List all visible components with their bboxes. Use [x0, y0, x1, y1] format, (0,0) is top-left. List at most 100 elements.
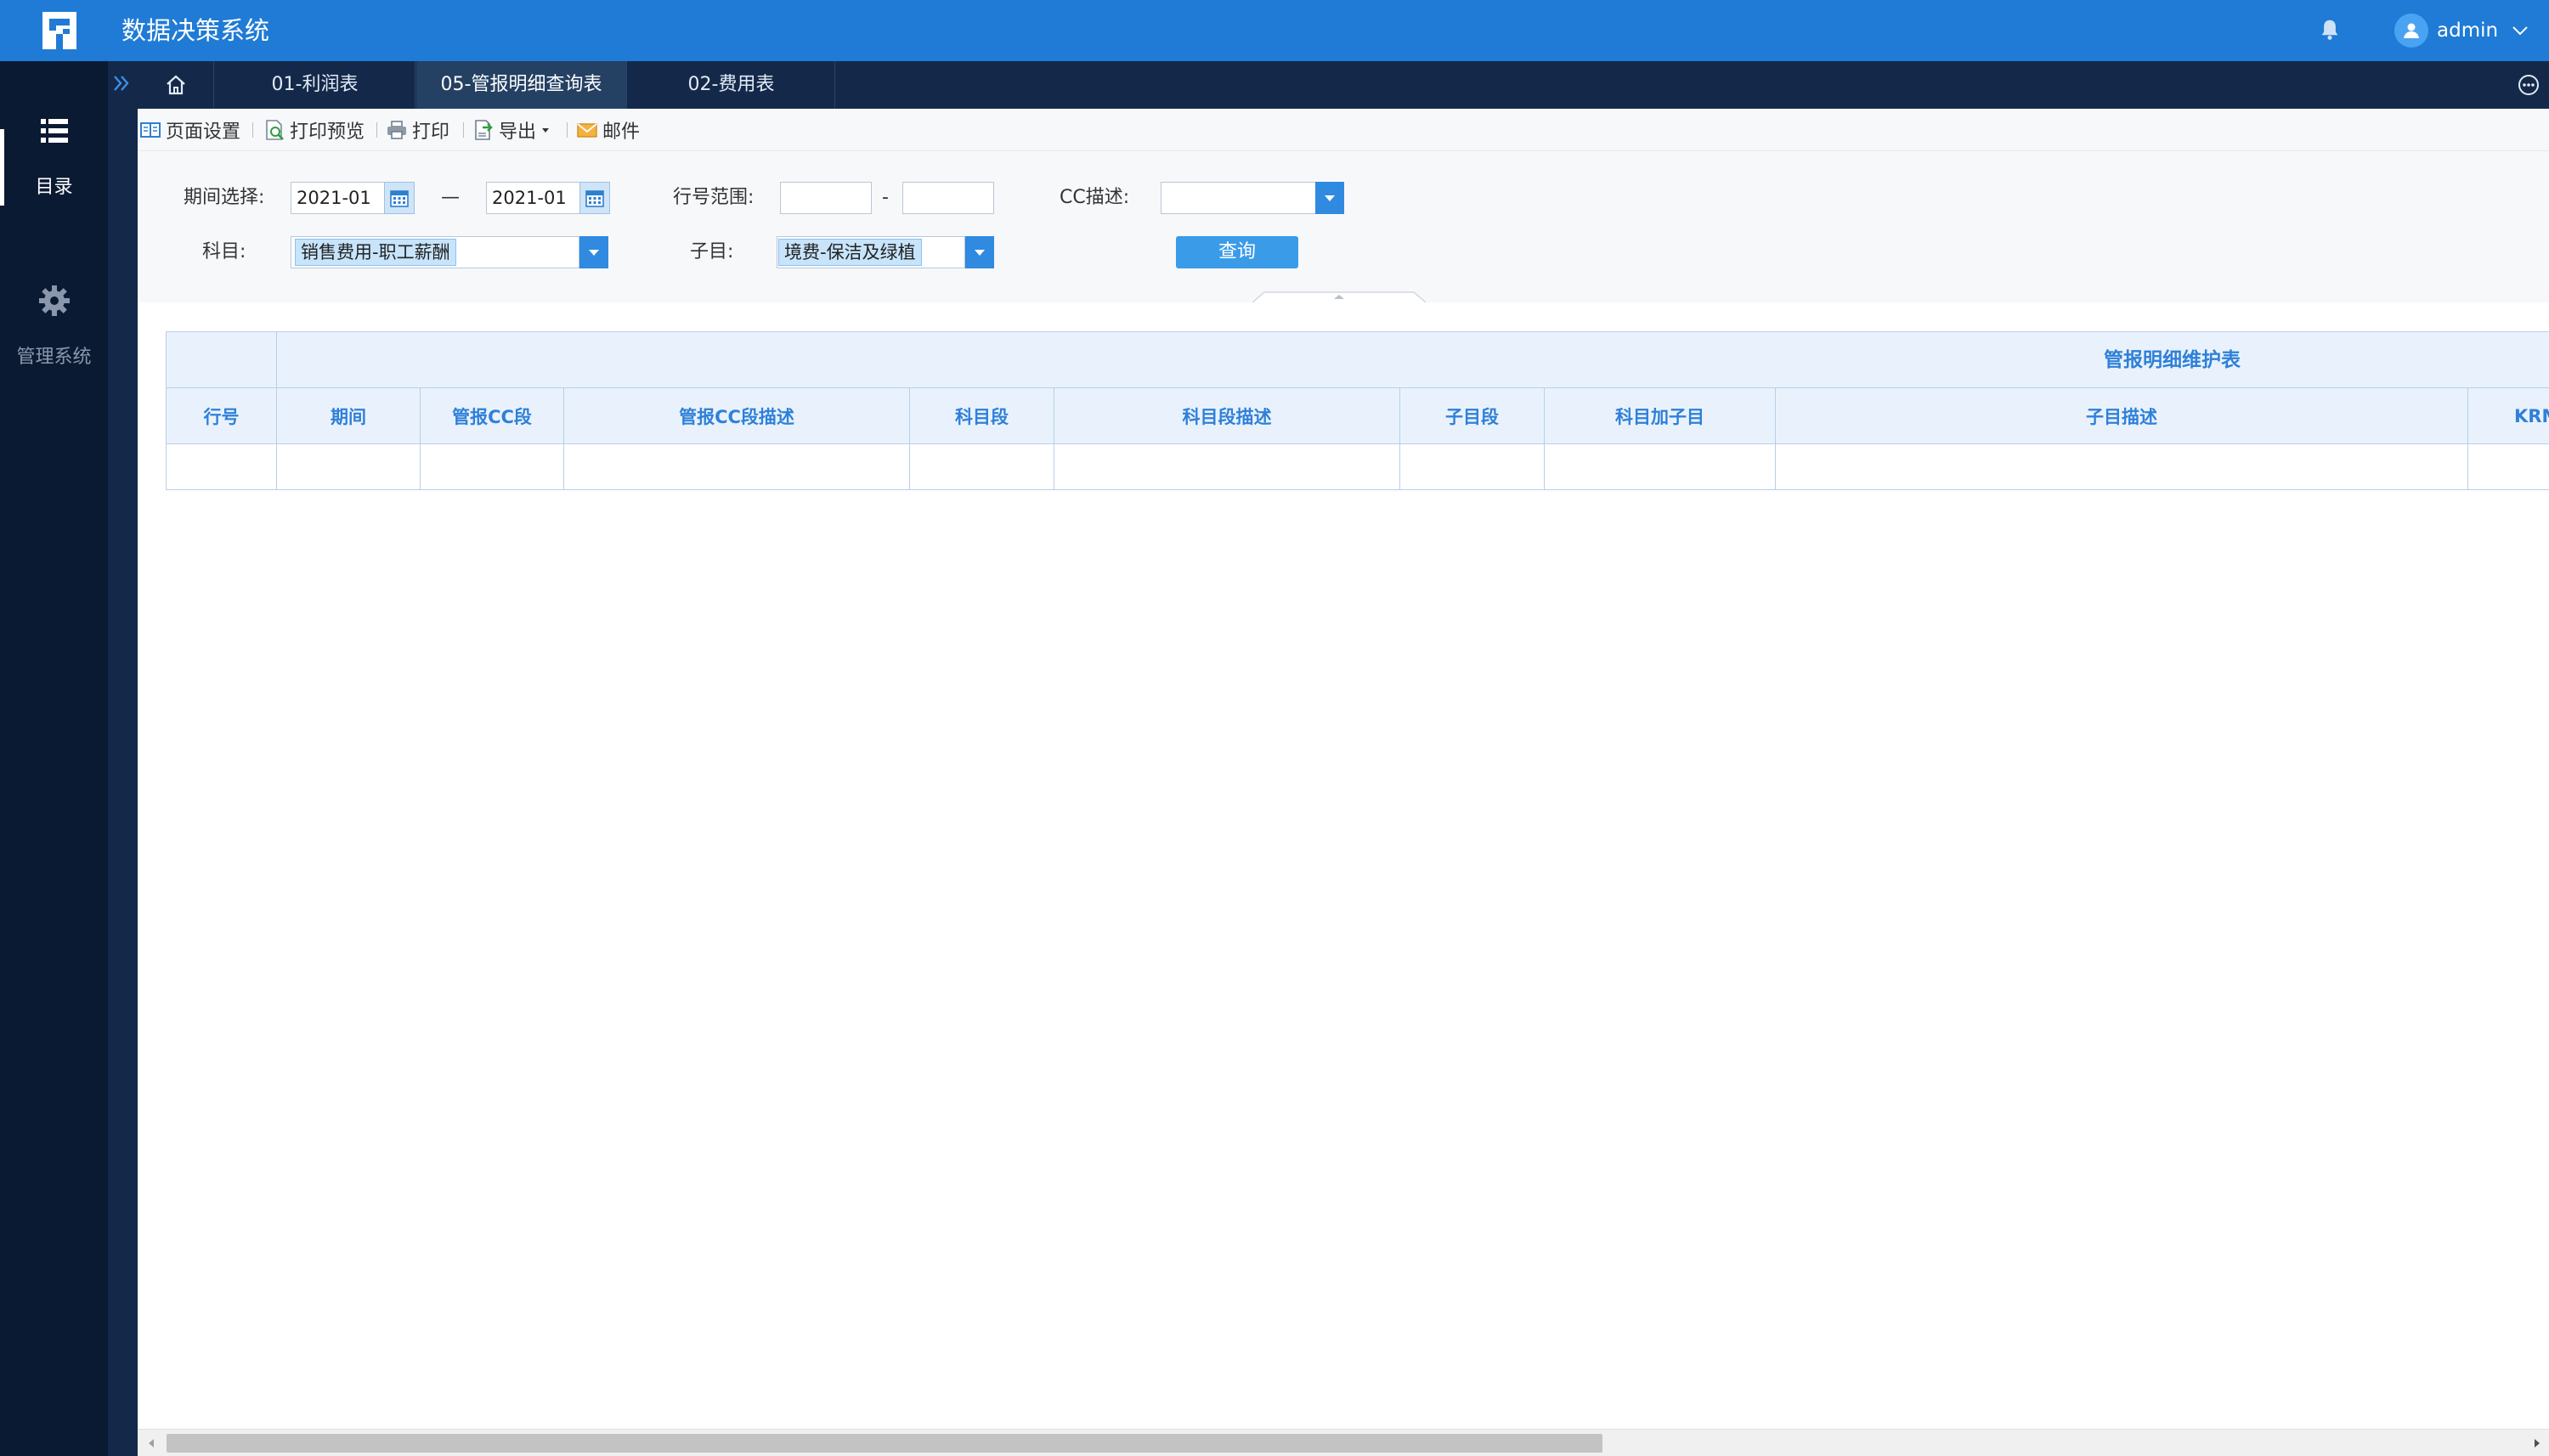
- top-header: 数据决策系统 admin: [0, 0, 2549, 61]
- table-cell[interactable]: [166, 443, 277, 490]
- period-end-calendar-button[interactable]: [579, 182, 610, 214]
- filter-panel: 期间选择: 2021-01 — 2021-01 行号范围: - CC描述: 科目…: [138, 151, 2549, 302]
- table-cell[interactable]: [909, 443, 1054, 490]
- export-button[interactable]: 导出: [472, 116, 551, 144]
- more-options-icon[interactable]: [2517, 73, 2541, 97]
- sidebar-item-label: 目录: [35, 177, 73, 198]
- tab-profit[interactable]: 01-利润表: [215, 61, 415, 109]
- cc-dropdown-button[interactable]: [1315, 182, 1344, 214]
- column-header[interactable]: 子目描述: [1775, 387, 2468, 444]
- table-cell[interactable]: [1399, 443, 1545, 490]
- scroll-right-arrow-icon[interactable]: [2530, 1436, 2544, 1450]
- caret-down-icon: [975, 250, 985, 256]
- avatar[interactable]: [2394, 14, 2428, 48]
- report-toolbar: 页面设置 打印预览 打印 导出 邮件: [138, 109, 2549, 151]
- table-cell[interactable]: [420, 443, 564, 490]
- column-header[interactable]: 子目段: [1399, 387, 1545, 444]
- page-setup-label: 页面设置: [166, 121, 241, 143]
- home-icon: [166, 75, 185, 95]
- period-start-calendar-button[interactable]: [384, 182, 415, 214]
- tab-home[interactable]: [138, 61, 214, 109]
- column-header[interactable]: 科目加子目: [1544, 387, 1776, 444]
- subitem-dropdown-button[interactable]: [965, 236, 994, 268]
- subject-dropdown-button[interactable]: [579, 236, 608, 268]
- mail-icon: [577, 123, 597, 138]
- scroll-left-arrow-icon[interactable]: [144, 1436, 158, 1450]
- caret-down-icon: [1325, 195, 1335, 201]
- table-cell[interactable]: [1775, 443, 2468, 490]
- print-preview-button[interactable]: 打印预览: [263, 116, 365, 144]
- tab-bar: 01-利润表 05-管报明细查询表 02-费用表: [138, 61, 2549, 109]
- page-setup-icon: [140, 122, 161, 138]
- calendar-icon: [390, 190, 409, 207]
- column-header[interactable]: 科目段描述: [1054, 387, 1400, 444]
- column-header[interactable]: 管报CC段: [420, 387, 564, 444]
- period-dash: —: [441, 187, 460, 208]
- cc-select[interactable]: [1161, 182, 1319, 214]
- toolbar-divider: [567, 122, 568, 138]
- app-logo-icon: [42, 12, 76, 49]
- gear-icon: [38, 285, 70, 316]
- table-cell[interactable]: [2467, 443, 2549, 490]
- table-cell[interactable]: [563, 443, 910, 490]
- horizontal-scrollbar[interactable]: [138, 1429, 2549, 1456]
- table-group-header-text: 管报明细维护表: [2104, 349, 2241, 371]
- table-cell[interactable]: [1054, 443, 1400, 490]
- toolbar-divider: [252, 122, 253, 138]
- sidebar-item-label: 管理系统: [16, 347, 92, 368]
- printer-icon: [387, 121, 406, 139]
- nav-strip: [108, 61, 138, 1456]
- query-button[interactable]: 查询: [1176, 236, 1298, 268]
- sidebar-item-management[interactable]: 管理系统: [0, 284, 108, 369]
- username[interactable]: admin: [2437, 20, 2498, 42]
- print-preview-label: 打印预览: [290, 121, 365, 143]
- table-cell[interactable]: [1544, 443, 1776, 490]
- chevron-down-icon[interactable]: [2510, 20, 2530, 41]
- export-icon: [475, 120, 493, 140]
- double-chevron-right-icon[interactable]: [110, 71, 134, 95]
- subject-selected-chip[interactable]: 销售费用-职工薪酬: [295, 239, 456, 266]
- subitem-label: 子目:: [690, 241, 734, 262]
- column-header[interactable]: 科目段: [909, 387, 1054, 444]
- column-header[interactable]: KRM: [2467, 387, 2549, 444]
- cc-label: CC描述:: [1060, 187, 1130, 208]
- list-icon: [40, 119, 68, 143]
- period-end-input[interactable]: 2021-01: [486, 182, 581, 214]
- collapse-panel-handle[interactable]: [1252, 291, 1426, 302]
- print-label: 打印: [412, 121, 450, 143]
- column-header[interactable]: 行号: [166, 387, 277, 444]
- toolbar-divider: [376, 122, 377, 138]
- row-range-dash: -: [882, 187, 889, 208]
- caret-down-icon: [542, 128, 550, 133]
- tab-mgmt-detail[interactable]: 05-管报明细查询表: [416, 61, 627, 109]
- user-icon: [2404, 23, 2419, 38]
- user-menu[interactable]: admin: [2394, 12, 2530, 49]
- row-range-label: 行号范围:: [673, 187, 755, 208]
- subitem-selected-chip[interactable]: 境费-保洁及绿植: [778, 239, 922, 266]
- sidebar-item-catalog[interactable]: 目录: [0, 114, 108, 199]
- subject-label: 科目:: [202, 241, 246, 262]
- table-corner-cell: [166, 331, 277, 388]
- left-sidebar: 目录 管理系统: [0, 61, 108, 1456]
- caret-down-icon: [589, 250, 599, 256]
- calendar-icon: [585, 190, 604, 207]
- print-preview-icon: [266, 120, 284, 140]
- app-title: 数据决策系统: [122, 16, 270, 45]
- scrollbar-thumb[interactable]: [167, 1434, 1602, 1453]
- mail-button[interactable]: 邮件: [576, 116, 640, 144]
- page-setup-button[interactable]: 页面设置: [139, 116, 240, 144]
- table-group-header: 管报明细维护表: [276, 331, 2549, 388]
- period-label: 期间选择:: [184, 187, 265, 208]
- tab-expense[interactable]: 02-费用表: [628, 61, 835, 109]
- print-button[interactable]: 打印: [386, 116, 449, 144]
- mail-label: 邮件: [602, 121, 641, 143]
- row-range-to-input[interactable]: [902, 182, 994, 214]
- column-header[interactable]: 期间: [276, 387, 421, 444]
- export-label: 导出: [499, 121, 537, 143]
- row-range-from-input[interactable]: [780, 182, 872, 214]
- bell-icon[interactable]: [2317, 17, 2343, 42]
- period-start-input[interactable]: 2021-01: [291, 182, 386, 214]
- column-header[interactable]: 管报CC段描述: [563, 387, 910, 444]
- toolbar-divider: [463, 122, 464, 138]
- table-cell[interactable]: [276, 443, 421, 490]
